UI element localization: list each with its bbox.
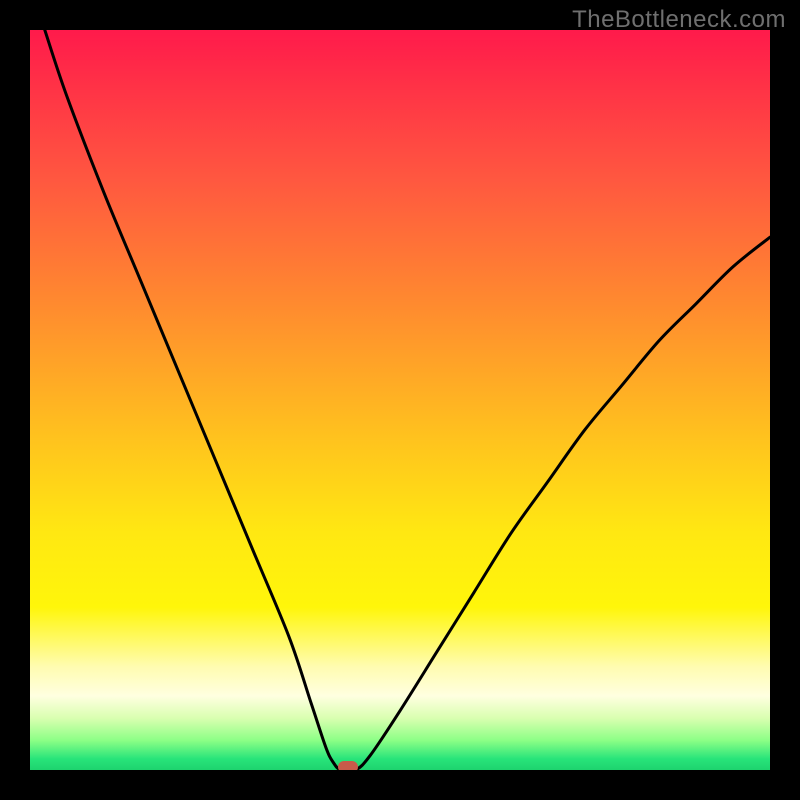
bottleneck-curve [45, 30, 770, 770]
chart-frame: TheBottleneck.com [0, 0, 800, 800]
curve-layer [30, 30, 770, 770]
optimal-marker [338, 761, 358, 770]
watermark-text: TheBottleneck.com [572, 6, 786, 34]
plot-area [30, 30, 770, 770]
